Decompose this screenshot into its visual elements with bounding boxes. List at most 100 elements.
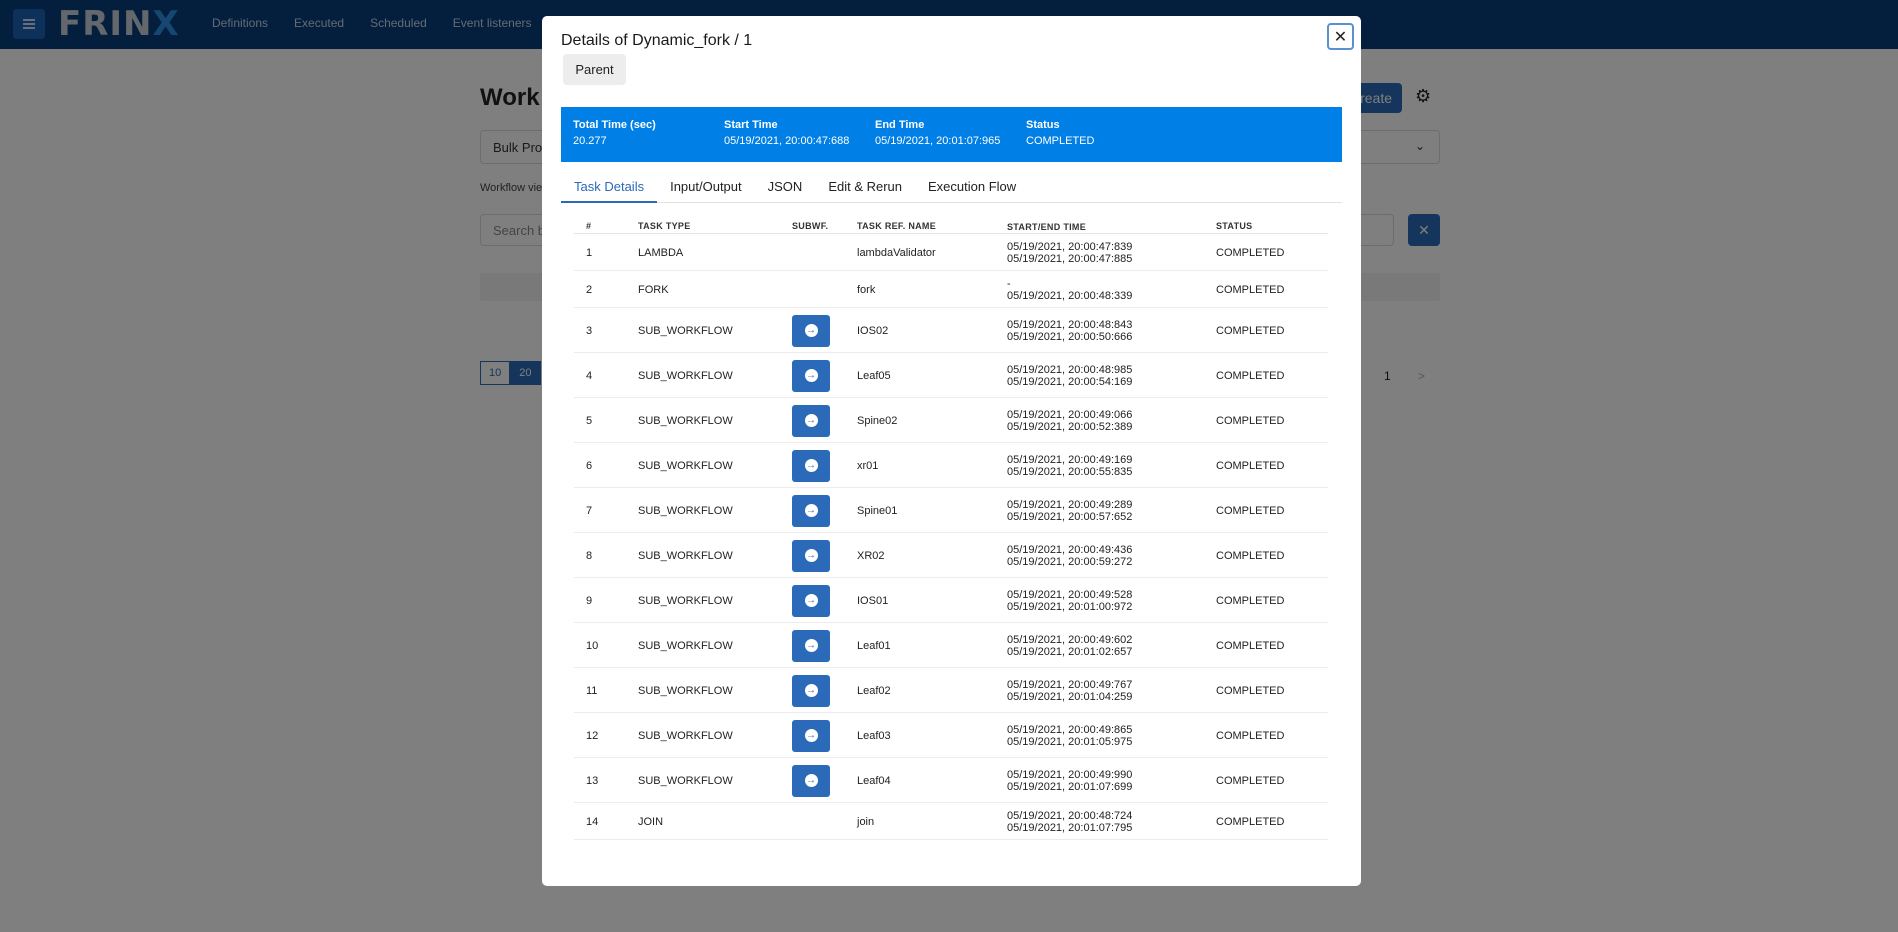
task-start-end-time: 05/19/2021, 20:00:49:169 05/19/2021, 20:0… — [1007, 454, 1132, 478]
table-row[interactable]: 6 SUB_WORKFLOW → xr01 05/19/2021, 20:00:49:1… — [574, 443, 1328, 488]
table-row[interactable]: 2 FORK fork -05/19/2021, 20:00:48:339 COMPLE… — [574, 271, 1328, 308]
task-start-time: 05/19/2021, 20:00:48:843 — [1007, 318, 1133, 331]
task-start-time: 05/19/2021, 20:00:49:865 — [1007, 723, 1133, 736]
summary-end-time: End Time 05/19/2021, 20:01:07:965 — [875, 119, 1001, 147]
task-start-time: 05/19/2021, 20:00:49:602 — [1007, 633, 1133, 646]
header-task-ref: TASK REF. NAME — [857, 221, 937, 231]
open-subworkflow-button[interactable]: → — [792, 314, 830, 347]
task-end-time: 05/19/2021, 20:00:47:885 — [1007, 252, 1133, 265]
task-ref-name: Spine01 — [857, 504, 898, 517]
task-type: SUB_WORKFLOW — [638, 324, 733, 337]
task-type: SUB_WORKFLOW — [638, 549, 733, 562]
open-subworkflow-button[interactable]: → — [792, 674, 830, 707]
arrow-right-circle-icon: → — [804, 324, 818, 337]
task-type: LAMBDA — [638, 246, 684, 259]
arrow-right-circle-icon: → — [804, 414, 818, 427]
table-row[interactable]: 9 SUB_WORKFLOW → IOS01 05/19/2021, 20:00:49:… — [574, 578, 1328, 623]
task-start-end-time: 05/19/2021, 20:00:49:602 05/19/2021, 20:0… — [1007, 634, 1132, 658]
table-row[interactable]: 4 SUB_WORKFLOW → Leaf05 05/19/2021, 20:00:48… — [574, 353, 1328, 398]
task-status: COMPLETED — [1216, 729, 1285, 742]
task-status: COMPLETED — [1216, 594, 1285, 607]
parent-button[interactable]: Parent — [563, 54, 626, 85]
task-end-time: 05/19/2021, 20:01:02:657 — [1007, 645, 1133, 658]
task-start-time: 05/19/2021, 20:00:47:839 — [1007, 240, 1133, 253]
task-type: SUB_WORKFLOW — [638, 504, 733, 517]
task-ref-name: IOS02 — [857, 324, 889, 337]
task-number: 7 — [586, 504, 593, 517]
task-ref-name: Leaf04 — [857, 774, 891, 787]
task-ref-name: XR02 — [857, 549, 885, 562]
tab-input-output[interactable]: Input/Output — [657, 169, 755, 203]
task-status: COMPLETED — [1216, 459, 1285, 472]
task-start-time: 05/19/2021, 20:00:48:724 — [1007, 809, 1133, 822]
task-status: COMPLETED — [1216, 504, 1285, 517]
execution-summary: Total Time (sec) 20.277 Start Time 05/19… — [561, 107, 1342, 162]
task-status: COMPLETED — [1216, 414, 1285, 427]
open-subworkflow-button[interactable]: → — [792, 494, 830, 527]
task-number: 3 — [586, 324, 593, 337]
task-end-time: 05/19/2021, 20:01:07:795 — [1007, 821, 1133, 834]
close-icon[interactable]: ✕ — [1327, 23, 1354, 50]
task-start-time: 05/19/2021, 20:00:49:066 — [1007, 408, 1133, 421]
table-row[interactable]: 11 SUB_WORKFLOW → Leaf02 05/19/2021, 20:00:4… — [574, 668, 1328, 713]
task-number: 14 — [586, 815, 599, 828]
task-ref-name: Leaf02 — [857, 684, 891, 697]
task-ref-name: join — [857, 815, 875, 828]
table-row[interactable]: 5 SUB_WORKFLOW → Spine02 05/19/2021, 20:00:4… — [574, 398, 1328, 443]
table-row[interactable]: 14 JOIN join 05/19/2021, 20:00:48:724 05/19/… — [574, 803, 1328, 840]
task-number: 10 — [586, 639, 599, 652]
task-end-time: 05/19/2021, 20:00:50:666 — [1007, 330, 1133, 343]
task-start-end-time: 05/19/2021, 20:00:49:066 05/19/2021, 20:0… — [1007, 409, 1132, 433]
task-start-end-time: 05/19/2021, 20:00:49:528 05/19/2021, 20:0… — [1007, 589, 1132, 613]
table-row[interactable]: 13 SUB_WORKFLOW → Leaf04 05/19/2021, 20:00:4… — [574, 758, 1328, 803]
task-start-end-time: 05/19/2021, 20:00:49:767 05/19/2021, 20:0… — [1007, 679, 1132, 703]
task-number: 6 — [586, 459, 593, 472]
summary-start-time: Start Time 05/19/2021, 20:00:47:688 — [724, 119, 850, 147]
tab-edit-rerun[interactable]: Edit & Rerun — [815, 169, 915, 203]
table-row[interactable]: 8 SUB_WORKFLOW → XR02 05/19/2021, 20:00:49:4… — [574, 533, 1328, 578]
task-start-end-time: 05/19/2021, 20:00:48:843 05/19/2021, 20:0… — [1007, 319, 1132, 343]
task-end-time: 05/19/2021, 20:00:57:652 — [1007, 510, 1133, 523]
table-row[interactable]: 1 LAMBDA lambdaValidator 05/19/2021, 20:00:… — [574, 234, 1328, 271]
table-row[interactable]: 12 SUB_WORKFLOW → Leaf03 05/19/2021, 20:00:4… — [574, 713, 1328, 758]
task-number: 1 — [586, 246, 593, 259]
header-start-end: START/END TIME — [1007, 222, 1087, 232]
summary-total-time: Total Time (sec) 20.277 — [573, 119, 656, 147]
task-start-end-time: 05/19/2021, 20:00:49:990 05/19/2021, 20:0… — [1007, 769, 1132, 793]
task-type: SUB_WORKFLOW — [638, 594, 733, 607]
task-status: COMPLETED — [1216, 283, 1285, 296]
open-subworkflow-button[interactable]: → — [792, 629, 830, 662]
table-row[interactable]: 10 SUB_WORKFLOW → Leaf01 05/19/2021, 20:00:4… — [574, 623, 1328, 668]
open-subworkflow-button[interactable]: → — [792, 764, 830, 797]
task-ref-name: Spine02 — [857, 414, 898, 427]
tab-task-details[interactable]: Task Details — [561, 169, 658, 203]
table-row[interactable]: 3 SUB_WORKFLOW → IOS02 05/19/2021, 20:00:48:… — [574, 308, 1328, 353]
open-subworkflow-button[interactable]: → — [792, 539, 830, 572]
task-status: COMPLETED — [1216, 246, 1285, 259]
task-type: SUB_WORKFLOW — [638, 639, 733, 652]
tab-execution-flow[interactable]: Execution Flow — [915, 169, 1029, 203]
open-subworkflow-button[interactable]: → — [792, 404, 830, 437]
task-number: 8 — [586, 549, 593, 562]
task-ref-name: fork — [857, 283, 876, 296]
task-start-end-time: 05/19/2021, 20:00:48:724 05/19/2021, 20:0… — [1007, 810, 1132, 834]
task-type: SUB_WORKFLOW — [638, 684, 733, 697]
arrow-right-circle-icon: → — [804, 774, 818, 787]
open-subworkflow-button[interactable]: → — [792, 449, 830, 482]
open-subworkflow-button[interactable]: → — [792, 359, 830, 392]
task-number: 12 — [586, 729, 599, 742]
open-subworkflow-button[interactable]: → — [792, 584, 830, 617]
task-end-time: 05/19/2021, 20:01:05:975 — [1007, 735, 1133, 748]
table-row[interactable]: 7 SUB_WORKFLOW → Spine01 05/19/2021, 20:00:4… — [574, 488, 1328, 533]
open-subworkflow-button[interactable]: → — [792, 719, 830, 752]
task-status: COMPLETED — [1216, 639, 1285, 652]
task-start-time: 05/19/2021, 20:00:49:767 — [1007, 678, 1133, 691]
task-start-time: 05/19/2021, 20:00:49:169 — [1007, 453, 1133, 466]
task-end-time: 05/19/2021, 20:01:07:699 — [1007, 780, 1133, 793]
task-type: SUB_WORKFLOW — [638, 774, 733, 787]
modal-title: Details of Dynamic_fork / 1 — [561, 32, 753, 49]
tab-json[interactable]: JSON — [755, 169, 816, 203]
task-ref-name: lambdaValidator — [857, 246, 936, 259]
arrow-right-circle-icon: → — [804, 549, 818, 562]
task-start-time: 05/19/2021, 20:00:49:990 — [1007, 768, 1133, 781]
